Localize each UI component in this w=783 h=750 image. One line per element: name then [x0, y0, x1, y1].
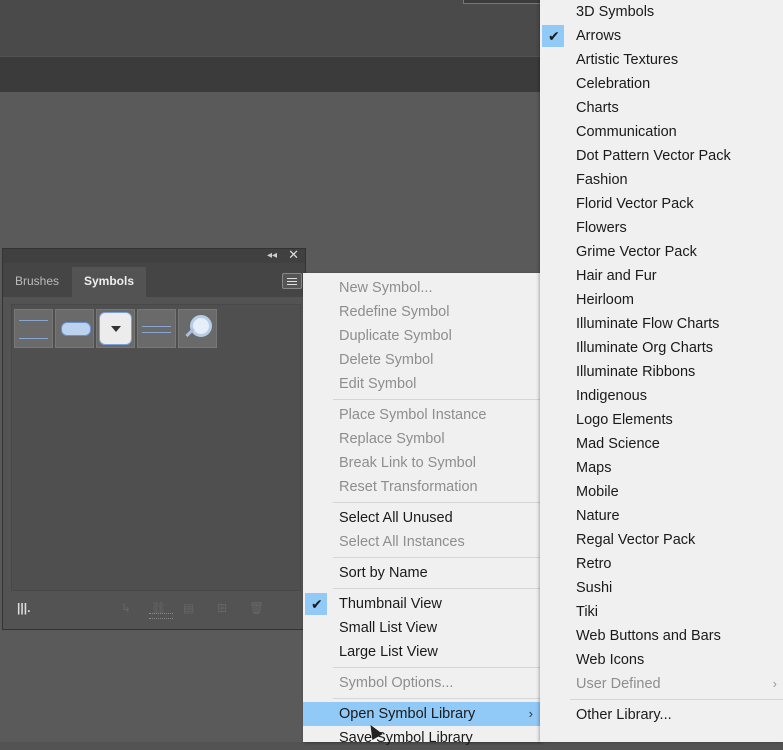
collapse-panel-icon[interactable]: ◂◂: [267, 250, 277, 261]
library-item-label: User Defined: [576, 676, 661, 692]
menu-item-select-all-instances[interactable]: Select All Instances: [303, 530, 541, 554]
tab-symbols[interactable]: Symbols: [72, 267, 147, 297]
library-item[interactable]: 3D Symbols: [540, 0, 783, 24]
library-item[interactable]: Artistic Textures: [540, 48, 783, 72]
menu-item-open-symbol-library[interactable]: Open Symbol Library ›: [303, 702, 541, 726]
symbol-swatch[interactable]: [55, 309, 94, 348]
symbol-swatch[interactable]: [14, 309, 53, 348]
tab-brushes[interactable]: Brushes: [3, 267, 71, 297]
menu-separator: [333, 588, 541, 589]
library-item[interactable]: Mobile: [540, 480, 783, 504]
library-item[interactable]: Flowers: [540, 216, 783, 240]
panel-tabs: Brushes Symbols: [3, 263, 305, 297]
symbol-swatch[interactable]: [137, 309, 176, 348]
library-item-other-library[interactable]: Other Library...: [540, 703, 783, 727]
library-item[interactable]: Sushi: [540, 576, 783, 600]
menu-item-replace-symbol[interactable]: Replace Symbol: [303, 427, 541, 451]
panel-menu-icon[interactable]: [282, 273, 302, 289]
toolbar-field[interactable]: [463, 0, 545, 4]
menu-item-large-list-view[interactable]: Large List View: [303, 640, 541, 664]
menu-item-symbol-options[interactable]: Symbol Options...: [303, 671, 541, 695]
panel-footer: |||. ↳ ⛓ ▤ ⊞ 🗑: [11, 599, 299, 619]
library-item[interactable]: Logo Elements: [540, 408, 783, 432]
new-symbol-icon[interactable]: ⊞: [217, 601, 227, 615]
library-item[interactable]: Retro: [540, 552, 783, 576]
library-item[interactable]: Nature: [540, 504, 783, 528]
menu-item-edit-symbol[interactable]: Edit Symbol: [303, 372, 541, 396]
library-item[interactable]: Indigenous: [540, 384, 783, 408]
library-item-label: Arrows: [576, 28, 622, 44]
library-item[interactable]: Dot Pattern Vector Pack: [540, 144, 783, 168]
symbol-libraries-menu-icon[interactable]: |||.: [17, 601, 30, 615]
menu-item-label: Thumbnail View: [339, 596, 442, 612]
library-item[interactable]: Illuminate Org Charts: [540, 336, 783, 360]
library-item-arrows[interactable]: ✔ Arrows: [540, 24, 783, 48]
symbol-swatch[interactable]: [96, 309, 135, 348]
menu-item-delete-symbol[interactable]: Delete Symbol: [303, 348, 541, 372]
library-item[interactable]: Mad Science: [540, 432, 783, 456]
menu-item-place-symbol-instance[interactable]: Place Symbol Instance: [303, 403, 541, 427]
menu-separator: [333, 667, 541, 668]
library-item[interactable]: Illuminate Flow Charts: [540, 312, 783, 336]
menu-item-new-symbol[interactable]: New Symbol...: [303, 276, 541, 300]
library-item[interactable]: Heirloom: [540, 288, 783, 312]
menu-separator: [333, 698, 541, 699]
library-item[interactable]: Communication: [540, 120, 783, 144]
menu-item-duplicate-symbol[interactable]: Duplicate Symbol: [303, 324, 541, 348]
library-item[interactable]: Regal Vector Pack: [540, 528, 783, 552]
checkmark-icon: ✔: [305, 593, 327, 615]
symbol-options-icon[interactable]: ▤: [183, 601, 194, 615]
dropdown-symbol-icon: [99, 312, 132, 345]
menu-item-label: Open Symbol Library: [339, 706, 476, 722]
library-item-user-defined[interactable]: User Defined ›: [540, 672, 783, 696]
submenu-arrow-icon: ›: [528, 706, 533, 721]
menu-item-sort-by-name[interactable]: Sort by Name: [303, 561, 541, 585]
library-item[interactable]: Celebration: [540, 72, 783, 96]
library-item[interactable]: Web Icons: [540, 648, 783, 672]
menu-item-break-link[interactable]: Break Link to Symbol: [303, 451, 541, 475]
menu-item-small-list-view[interactable]: Small List View: [303, 616, 541, 640]
submenu-arrow-icon: ›: [772, 676, 777, 691]
menu-separator: [333, 557, 541, 558]
symbol-library-submenu: 3D Symbols ✔ Arrows Artistic Textures Ce…: [540, 0, 783, 742]
menu-item-thumbnail-view[interactable]: ✔ Thumbnail View: [303, 592, 541, 616]
menu-item-select-all-unused[interactable]: Select All Unused: [303, 506, 541, 530]
library-item[interactable]: Charts: [540, 96, 783, 120]
panel-header[interactable]: ◂◂ ✕: [3, 247, 305, 263]
library-item[interactable]: Tiki: [540, 600, 783, 624]
library-item[interactable]: Web Buttons and Bars: [540, 624, 783, 648]
library-item[interactable]: Illuminate Ribbons: [540, 360, 783, 384]
menu-item-redefine-symbol[interactable]: Redefine Symbol: [303, 300, 541, 324]
library-item[interactable]: Fashion: [540, 168, 783, 192]
menu-separator: [570, 699, 783, 700]
symbol-swatches: [11, 304, 301, 591]
menu-separator: [333, 502, 541, 503]
menu-item-save-symbol-library[interactable]: Save Symbol Library: [303, 726, 541, 750]
library-item[interactable]: Florid Vector Pack: [540, 192, 783, 216]
place-symbol-instance-icon[interactable]: ↳: [121, 601, 131, 615]
library-item[interactable]: Grime Vector Pack: [540, 240, 783, 264]
library-item[interactable]: Hair and Fur: [540, 264, 783, 288]
symbols-panel: ◂◂ ✕ Brushes Symbols |||. ↳ ⛓ ▤ ⊞ 🗑: [2, 247, 306, 630]
menu-separator: [333, 399, 541, 400]
close-icon[interactable]: ✕: [288, 247, 299, 263]
checkmark-icon: ✔: [542, 25, 564, 47]
magnifier-symbol-icon: [190, 315, 212, 337]
symbol-swatch[interactable]: [178, 309, 217, 348]
menu-item-reset-transformation[interactable]: Reset Transformation: [303, 475, 541, 499]
resize-grip[interactable]: [149, 613, 173, 619]
library-item[interactable]: Maps: [540, 456, 783, 480]
delete-symbol-icon[interactable]: 🗑: [249, 601, 264, 615]
symbols-panel-menu: New Symbol... Redefine Symbol Duplicate …: [303, 273, 541, 746]
